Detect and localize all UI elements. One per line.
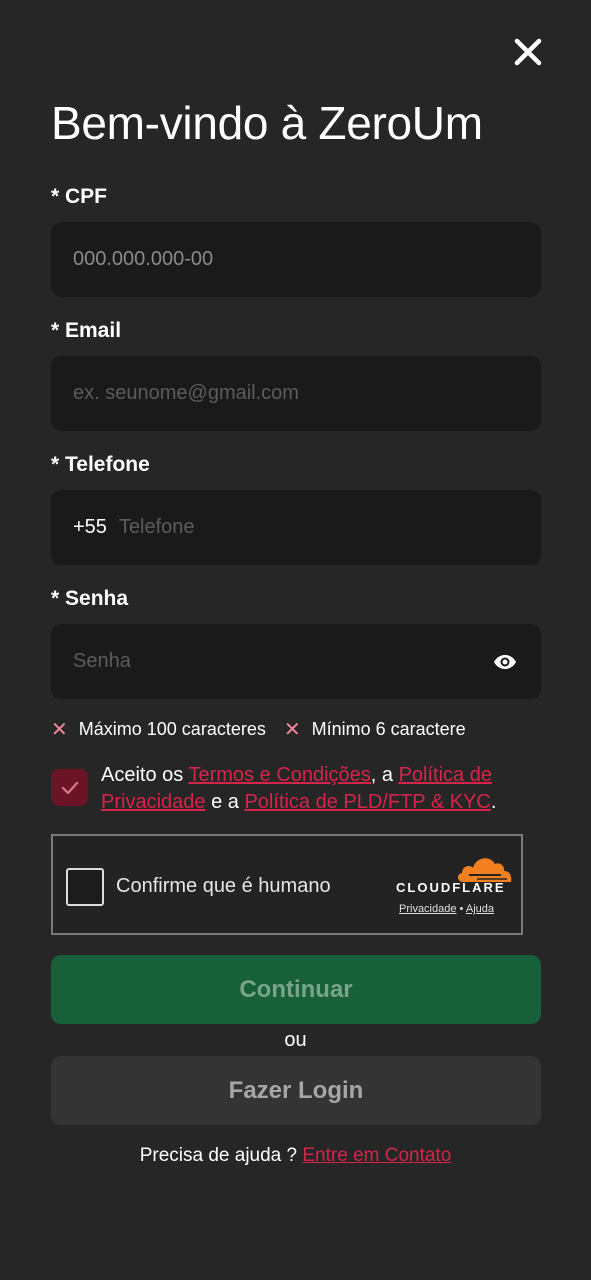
cpf-field-container (51, 222, 541, 297)
cpf-input[interactable] (73, 248, 519, 271)
password-input[interactable] (73, 650, 519, 673)
email-input[interactable] (73, 382, 519, 405)
terms-link[interactable]: Termos e Condições (188, 764, 370, 786)
email-label: * Email (51, 319, 122, 342)
close-button[interactable] (510, 34, 546, 70)
rule-max-length: ✕ Máximo 100 caracteres (51, 719, 266, 740)
password-rules: ✕ Máximo 100 caracteres ✕ Mínimo 6 carac… (51, 719, 484, 740)
consent-sep: , a (370, 764, 399, 786)
consent-text: Aceito os Termos e Condições, a Política… (101, 762, 546, 816)
eye-icon[interactable] (493, 650, 517, 674)
rule-text: Mínimo 6 caractere (311, 719, 466, 739)
x-icon: ✕ (283, 718, 301, 741)
login-button[interactable]: Fazer Login (51, 1056, 541, 1125)
email-field-container (51, 356, 541, 431)
country-code-prefix[interactable]: +55 (73, 516, 107, 539)
consent-prefix: Aceito os (101, 764, 189, 786)
rule-min-length: ✕ Mínimo 6 caractere (284, 719, 466, 740)
contact-link[interactable]: Entre em Contato (302, 1145, 451, 1166)
password-field-container (51, 624, 541, 699)
x-icon: ✕ (51, 718, 68, 741)
rule-text: Máximo 100 caracteres (78, 719, 266, 739)
help-text: Precisa de ajuda ? (139, 1145, 303, 1166)
page-title: Bem-vindo à ZeroUm (51, 97, 483, 149)
cpf-label: * CPF (51, 185, 108, 208)
phone-label: * Telefone (51, 453, 150, 476)
consent-checkbox[interactable] (51, 769, 88, 806)
captcha-widget: Confirme que é humano CLOUDFLARE Privaci… (51, 834, 523, 935)
check-icon (61, 781, 78, 794)
phone-field-container: +55 (51, 490, 541, 565)
cloudflare-brand: CLOUDFLARE (396, 880, 506, 895)
phone-input[interactable] (118, 516, 519, 539)
captcha-links: Privacidade • Ajuda (399, 903, 494, 915)
captcha-separator: • (459, 903, 464, 915)
or-divider: ou (284, 1029, 307, 1051)
pld-policy-link[interactable]: Política de PLD/FTP & KYC (244, 791, 490, 813)
continue-button[interactable]: Continuar (51, 955, 541, 1024)
captcha-help-link[interactable]: Ajuda (466, 903, 494, 915)
close-icon (514, 38, 542, 66)
password-label: * Senha (51, 587, 129, 610)
captcha-label: Confirme que é humano (116, 875, 331, 897)
help-footer: Precisa de ajuda ? Entre em Contato (0, 1145, 591, 1167)
consent-sep: e a (205, 791, 245, 813)
captcha-privacy-link[interactable]: Privacidade (399, 903, 456, 915)
consent-suffix: . (490, 791, 497, 813)
captcha-checkbox[interactable] (66, 868, 104, 906)
